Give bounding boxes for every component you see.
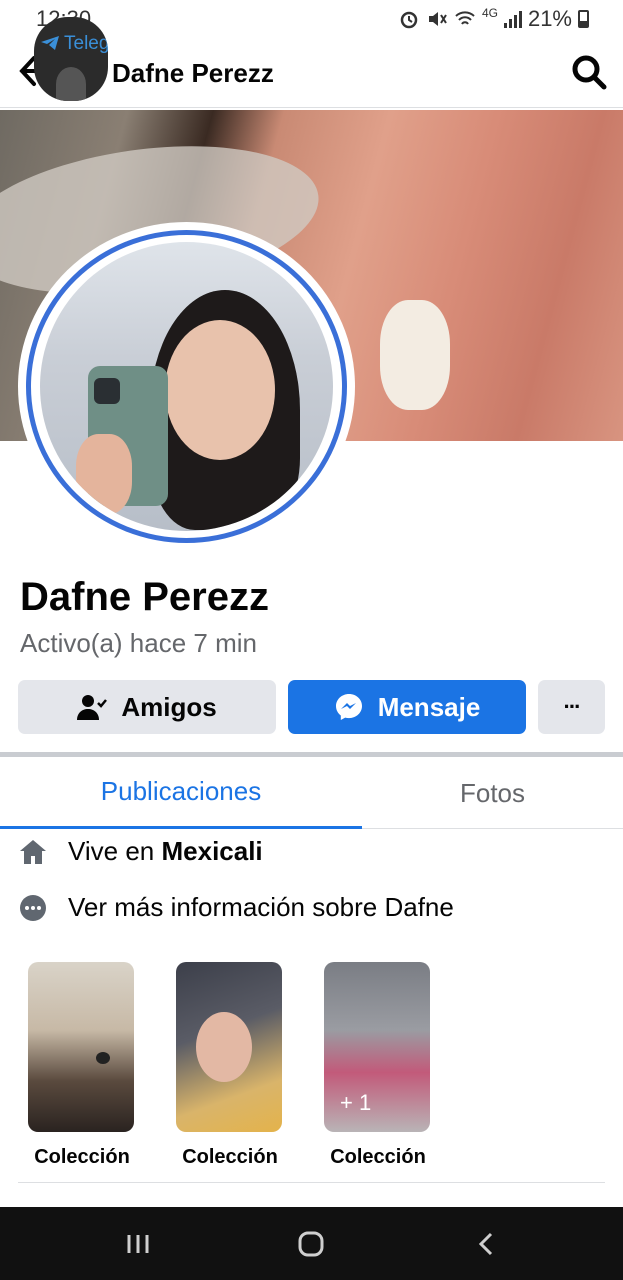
battery-icon (578, 10, 589, 28)
mute-icon (428, 12, 447, 26)
collection-item[interactable]: Colección (176, 962, 284, 1168)
telegram-icon (41, 36, 59, 50)
profile-name: Dafne Perezz (20, 575, 269, 619)
friends-button[interactable]: Amigos (18, 680, 276, 734)
lives-in-city[interactable]: Mexicali (161, 836, 262, 867)
header-title: Dafne Perezz (112, 58, 274, 88)
photo-phone-camera (94, 378, 120, 404)
photo-face (165, 320, 275, 460)
more-options-icon: ··· (563, 694, 582, 719)
system-back-icon[interactable] (466, 1227, 506, 1261)
wifi-icon (455, 11, 475, 25)
telegram-label: Teleg (64, 33, 108, 54)
message-button-label: Mensaje (377, 691, 481, 722)
search-icon[interactable] (571, 54, 607, 90)
alarm-icon (400, 11, 418, 29)
network-type: 4G (481, 6, 498, 20)
telegram-chat-bubble[interactable]: Teleg (34, 17, 108, 101)
battery-percent: 21% (527, 6, 572, 31)
more-info-row[interactable]: Ver más información sobre Dafne (18, 892, 454, 923)
profile-picture[interactable] (40, 242, 333, 531)
collection-caption: Colección (34, 1146, 130, 1168)
bubble-avatar-silhouette (56, 67, 86, 101)
more-dots-icon (18, 893, 48, 923)
tab-photos[interactable]: Fotos (362, 757, 623, 829)
collection-caption: Colección (182, 1146, 278, 1168)
thumbnail-face (196, 1012, 252, 1082)
thumbnail-heart (96, 1052, 110, 1064)
system-nav-bar (0, 1207, 623, 1280)
signal-icon (503, 10, 522, 28)
home-icon (18, 837, 48, 867)
lives-in-row: Vive en Mexicali (18, 836, 263, 867)
collection-thumbnail (176, 962, 282, 1132)
collection-thumbnail: + 1 (324, 962, 430, 1132)
more-info-label: Ver más información sobre Dafne (68, 892, 454, 922)
content-divider (18, 1182, 605, 1183)
cover-photo-detail (380, 300, 450, 410)
home-button-icon[interactable] (291, 1227, 331, 1261)
lives-in-prefix: Vive en (68, 836, 162, 866)
photo-hand (76, 434, 132, 514)
message-button[interactable]: Mensaje (288, 680, 526, 734)
friend-check-icon (77, 695, 108, 720)
tab-posts[interactable]: Publicaciones (0, 757, 362, 829)
recent-apps-icon[interactable] (118, 1227, 158, 1261)
collection-item[interactable]: Colección (28, 962, 136, 1168)
profile-tabs: Publicaciones Fotos (0, 757, 623, 829)
friends-button-label: Amigos (121, 691, 217, 722)
status-icons: 4G 21% (398, 6, 589, 32)
extra-count-badge: + 1 (340, 1090, 372, 1115)
more-options-button[interactable]: ··· (538, 680, 605, 734)
collection-item[interactable]: + 1 Colección (324, 962, 432, 1168)
collection-thumbnail (28, 962, 134, 1132)
messenger-icon (335, 694, 362, 720)
collection-caption: Colección (330, 1146, 426, 1168)
activity-status: Activo(a) hace 7 min (20, 628, 257, 658)
